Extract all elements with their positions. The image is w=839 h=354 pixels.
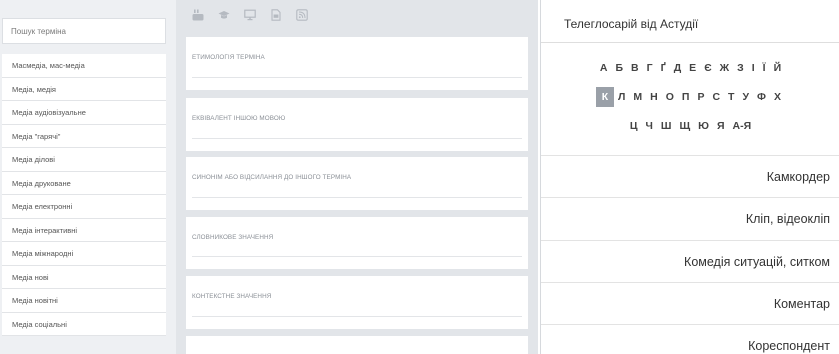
title-divider	[541, 42, 839, 43]
dictionary-meaning-field[interactable]	[192, 256, 522, 257]
glossary-entry[interactable]: Коментар	[541, 282, 839, 324]
alphabet-letter[interactable]: Ю	[694, 118, 713, 134]
rss-icon[interactable]	[296, 9, 308, 21]
alphabet-letter[interactable]: Щ	[675, 118, 694, 134]
alphabet-letter[interactable]: Ф	[753, 89, 770, 105]
alphabet-letter[interactable]: Б	[611, 60, 627, 76]
synonym-label: СИНОНІМ АБО ВІДСИЛАННЯ ДО ІНШОГО ТЕРМІНА	[192, 174, 352, 181]
next-field-card	[186, 336, 528, 354]
alphabet-letter[interactable]: Г	[643, 60, 657, 76]
alphabet-letter[interactable]: Й	[770, 60, 786, 76]
alphabet-letter[interactable]: Ц	[626, 118, 642, 134]
term-list-item[interactable]: Медіа нові	[2, 266, 166, 289]
alphabet-letter[interactable]: Х	[770, 89, 785, 105]
term-list-item[interactable]: Медіа аудіовізуальне	[2, 101, 166, 125]
etymology-field[interactable]	[192, 77, 522, 78]
term-list: Масмедіа, мас-медіа Медіа, медія Медіа ауд…	[2, 54, 166, 336]
contextual-meaning-card: КОНТЕКСТНЕ ЗНАЧЕННЯ	[186, 276, 528, 329]
etymology-card: ЕТИМОЛОГІЯ ТЕРМІНА	[186, 37, 528, 90]
term-list-item[interactable]: Медіа друковане	[2, 172, 166, 195]
term-detail-panel: ЕТИМОЛОГІЯ ТЕРМІНА ЕКВІВАЛЕНТ ІНШОЮ МОВО…	[176, 0, 538, 354]
equivalent-label: ЕКВІВАЛЕНТ ІНШОЮ МОВОЮ	[192, 115, 286, 122]
glossary-entry[interactable]: Камкордер	[541, 155, 839, 197]
alphabet-letter[interactable]: Є	[700, 60, 715, 76]
glossary-entry[interactable]: Кореспондент	[541, 324, 839, 354]
alphabet-row-3: Ц Ч Ш Щ Ю Я А-Я	[541, 118, 839, 134]
term-list-item[interactable]: Медіа ділові	[2, 148, 166, 172]
search-input[interactable]	[2, 18, 166, 44]
alphabet-letter[interactable]: О	[662, 89, 678, 105]
dictionary-meaning-label: СЛОВНИКОВЕ ЗНАЧЕННЯ	[192, 234, 274, 241]
glossary-title: Телеглосарій від Астудії	[564, 17, 699, 31]
alphabet-letter[interactable]: Н	[646, 89, 662, 105]
alphabet-letter[interactable]: Ґ	[657, 60, 670, 76]
alphabet-letter[interactable]: Р	[693, 89, 708, 105]
contextual-meaning-field[interactable]	[192, 316, 522, 317]
alphabet-letter[interactable]: В	[627, 60, 643, 76]
alphabet-letter[interactable]: А-Я	[729, 118, 756, 134]
glossary-entry[interactable]: Кліп, відеокліп	[541, 197, 839, 239]
alphabet-row-2: КЛМНОПРСТУФХ	[541, 87, 839, 107]
term-list-item[interactable]: Медіа новітні	[2, 289, 166, 313]
alphabet-letter[interactable]: А	[596, 60, 612, 76]
alphabet-letter[interactable]: Т	[724, 89, 738, 105]
alphabet-letter[interactable]: Ш	[657, 118, 676, 134]
alphabet-letter[interactable]: С	[708, 89, 724, 105]
alphabet-letter[interactable]: Я	[713, 118, 729, 134]
alphabet-letter[interactable]: Е	[685, 60, 700, 76]
glossary-panel: Телеглосарій від Астудії АБВГҐДЕЄЖЗІЇЙ К…	[540, 0, 839, 354]
equivalent-field[interactable]	[192, 138, 522, 139]
term-list-item[interactable]: Медіа міжнародні	[2, 242, 166, 266]
alphabet-letter[interactable]: Л	[614, 89, 629, 105]
dictionary-meaning-card: СЛОВНИКОВЕ ЗНАЧЕННЯ	[186, 217, 528, 269]
glossary-entry[interactable]: Комедія ситуацій, ситком	[541, 240, 839, 282]
alphabet-letter[interactable]: Ч	[642, 118, 657, 134]
contextual-meaning-label: КОНТЕКСТНЕ ЗНАЧЕННЯ	[192, 293, 272, 300]
alphabet-letter[interactable]: П	[678, 89, 694, 105]
alphabet-letter[interactable]: З	[733, 60, 748, 76]
youtube-icon[interactable]	[192, 9, 204, 21]
alphabet-letter[interactable]: М	[629, 89, 646, 105]
equivalent-card: ЕКВІВАЛЕНТ ІНШОЮ МОВОЮ	[186, 98, 528, 151]
alphabet-letter[interactable]: І	[748, 60, 759, 76]
term-list-item[interactable]: Медіа "гарячі"	[2, 125, 166, 148]
etymology-label: ЕТИМОЛОГІЯ ТЕРМІНА	[192, 54, 265, 61]
term-list-item[interactable]: Медіа соціальні	[2, 313, 166, 336]
term-sidebar: Масмедіа, мас-медіаМедіа, медіяМедіа ауд…	[0, 0, 176, 354]
alphabet-letter[interactable]: У	[738, 89, 753, 105]
media-toolbar	[192, 7, 308, 23]
document-icon[interactable]	[270, 9, 282, 21]
alphabet-row-1: АБВГҐДЕЄЖЗІЇЙ	[541, 60, 839, 76]
synonym-field[interactable]	[192, 197, 522, 198]
monitor-icon[interactable]	[244, 9, 256, 21]
synonym-card: СИНОНІМ АБО ВІДСИЛАННЯ ДО ІНШОГО ТЕРМІНА	[186, 157, 528, 210]
alphabet-letter[interactable]: Ж	[716, 60, 734, 76]
term-list-item[interactable]: Медіа електронні	[2, 195, 166, 219]
alphabet-letter[interactable]: Ї	[759, 60, 770, 76]
alphabet-letter[interactable]: К	[596, 87, 614, 107]
graduation-cap-icon[interactable]	[218, 9, 230, 21]
alphabet-letter[interactable]: Д	[670, 60, 685, 76]
term-list-item[interactable]: Медіа інтерактивні	[2, 219, 166, 242]
term-list-item[interactable]: Медіа, медія	[2, 78, 166, 101]
term-list-item[interactable]: Масмедіа, мас-медіа	[2, 54, 166, 78]
